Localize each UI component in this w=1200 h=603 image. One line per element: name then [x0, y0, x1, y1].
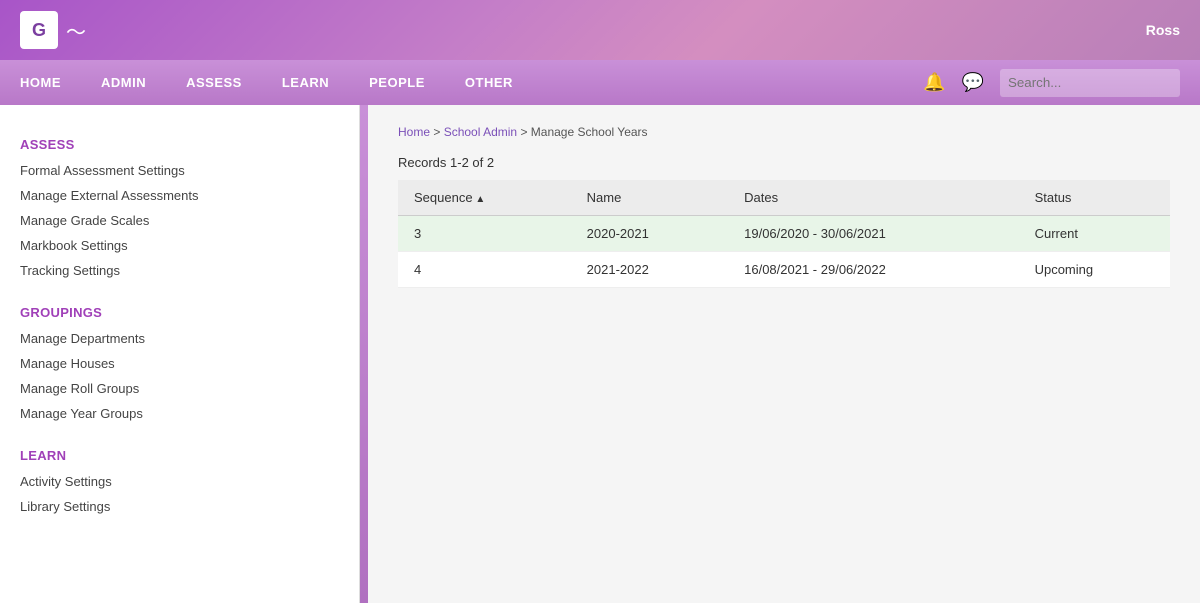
nav-learn[interactable]: LEARN	[282, 75, 329, 90]
col-status: Status	[1019, 180, 1170, 216]
main-layout: ASSESS Formal Assessment Settings Manage…	[0, 105, 1200, 603]
search-input[interactable]	[1000, 69, 1180, 97]
sidebar-item-tracking[interactable]: Tracking Settings	[0, 258, 359, 283]
data-table: Sequence Name Dates Status 32020-202119/…	[398, 180, 1170, 288]
table-row[interactable]: 32020-202119/06/2020 - 30/06/2021Current	[398, 216, 1170, 252]
content-area: Home > School Admin > Manage School Year…	[368, 105, 1200, 603]
cell-dates: 19/06/2020 - 30/06/2021	[728, 216, 1018, 252]
bird-icon: 〜	[66, 16, 86, 45]
nav-home[interactable]: HOME	[20, 75, 61, 90]
sidebar-section-groupings: GROUPINGS	[0, 293, 359, 326]
nav-right: 🔔 💬	[923, 69, 1180, 97]
sidebar-item-library[interactable]: Library Settings	[0, 494, 359, 519]
col-dates: Dates	[728, 180, 1018, 216]
sidebar-item-markbook[interactable]: Markbook Settings	[0, 233, 359, 258]
cell-dates: 16/08/2021 - 29/06/2022	[728, 252, 1018, 288]
cell-sequence: 4	[398, 252, 571, 288]
cell-sequence: 3	[398, 216, 571, 252]
col-sequence[interactable]: Sequence	[398, 180, 571, 216]
nav-admin[interactable]: ADMIN	[101, 75, 146, 90]
sidebar-strip	[360, 105, 368, 603]
sidebar-item-departments[interactable]: Manage Departments	[0, 326, 359, 351]
breadcrumb-home[interactable]: Home	[398, 125, 430, 139]
cell-status: Current	[1019, 216, 1170, 252]
brand-bar: G 〜 Ross	[0, 0, 1200, 60]
records-count: Records 1-2 of 2	[398, 155, 1170, 170]
sidebar-item-formal-assessment[interactable]: Formal Assessment Settings	[0, 158, 359, 183]
sidebar-item-activity[interactable]: Activity Settings	[0, 469, 359, 494]
cell-status: Upcoming	[1019, 252, 1170, 288]
user-name: Ross	[1146, 22, 1180, 38]
cell-name: 2021-2022	[571, 252, 728, 288]
nav-people[interactable]: PEOPLE	[369, 75, 425, 90]
table-row[interactable]: 42021-202216/08/2021 - 29/06/2022Upcomin…	[398, 252, 1170, 288]
col-name: Name	[571, 180, 728, 216]
logo-icon: G	[20, 11, 58, 49]
nav-bar: HOME ADMIN ASSESS LEARN PEOPLE OTHER 🔔 💬	[0, 60, 1200, 105]
sidebar-item-houses[interactable]: Manage Houses	[0, 351, 359, 376]
sidebar-divider-2	[0, 426, 359, 436]
sidebar-divider-1	[0, 283, 359, 293]
sidebar: ASSESS Formal Assessment Settings Manage…	[0, 105, 360, 603]
sidebar-section-assess: ASSESS	[0, 125, 359, 158]
nav-assess[interactable]: ASSESS	[186, 75, 242, 90]
breadcrumb: Home > School Admin > Manage School Year…	[398, 125, 1170, 139]
cell-name: 2020-2021	[571, 216, 728, 252]
sidebar-item-grade-scales[interactable]: Manage Grade Scales	[0, 208, 359, 233]
breadcrumb-school-admin[interactable]: School Admin	[444, 125, 517, 139]
nav-other[interactable]: OTHER	[465, 75, 513, 90]
chat-icon[interactable]: 💬	[962, 72, 984, 93]
sidebar-item-year-groups[interactable]: Manage Year Groups	[0, 401, 359, 426]
table-header-row: Sequence Name Dates Status	[398, 180, 1170, 216]
logo-area: G 〜	[20, 11, 86, 49]
bell-icon[interactable]: 🔔	[923, 72, 945, 93]
breadcrumb-current: Manage School Years	[531, 125, 648, 139]
sidebar-item-external-assessments[interactable]: Manage External Assessments	[0, 183, 359, 208]
sidebar-item-roll-groups[interactable]: Manage Roll Groups	[0, 376, 359, 401]
sidebar-section-learn: LEARN	[0, 436, 359, 469]
table-body: 32020-202119/06/2020 - 30/06/2021Current…	[398, 216, 1170, 288]
